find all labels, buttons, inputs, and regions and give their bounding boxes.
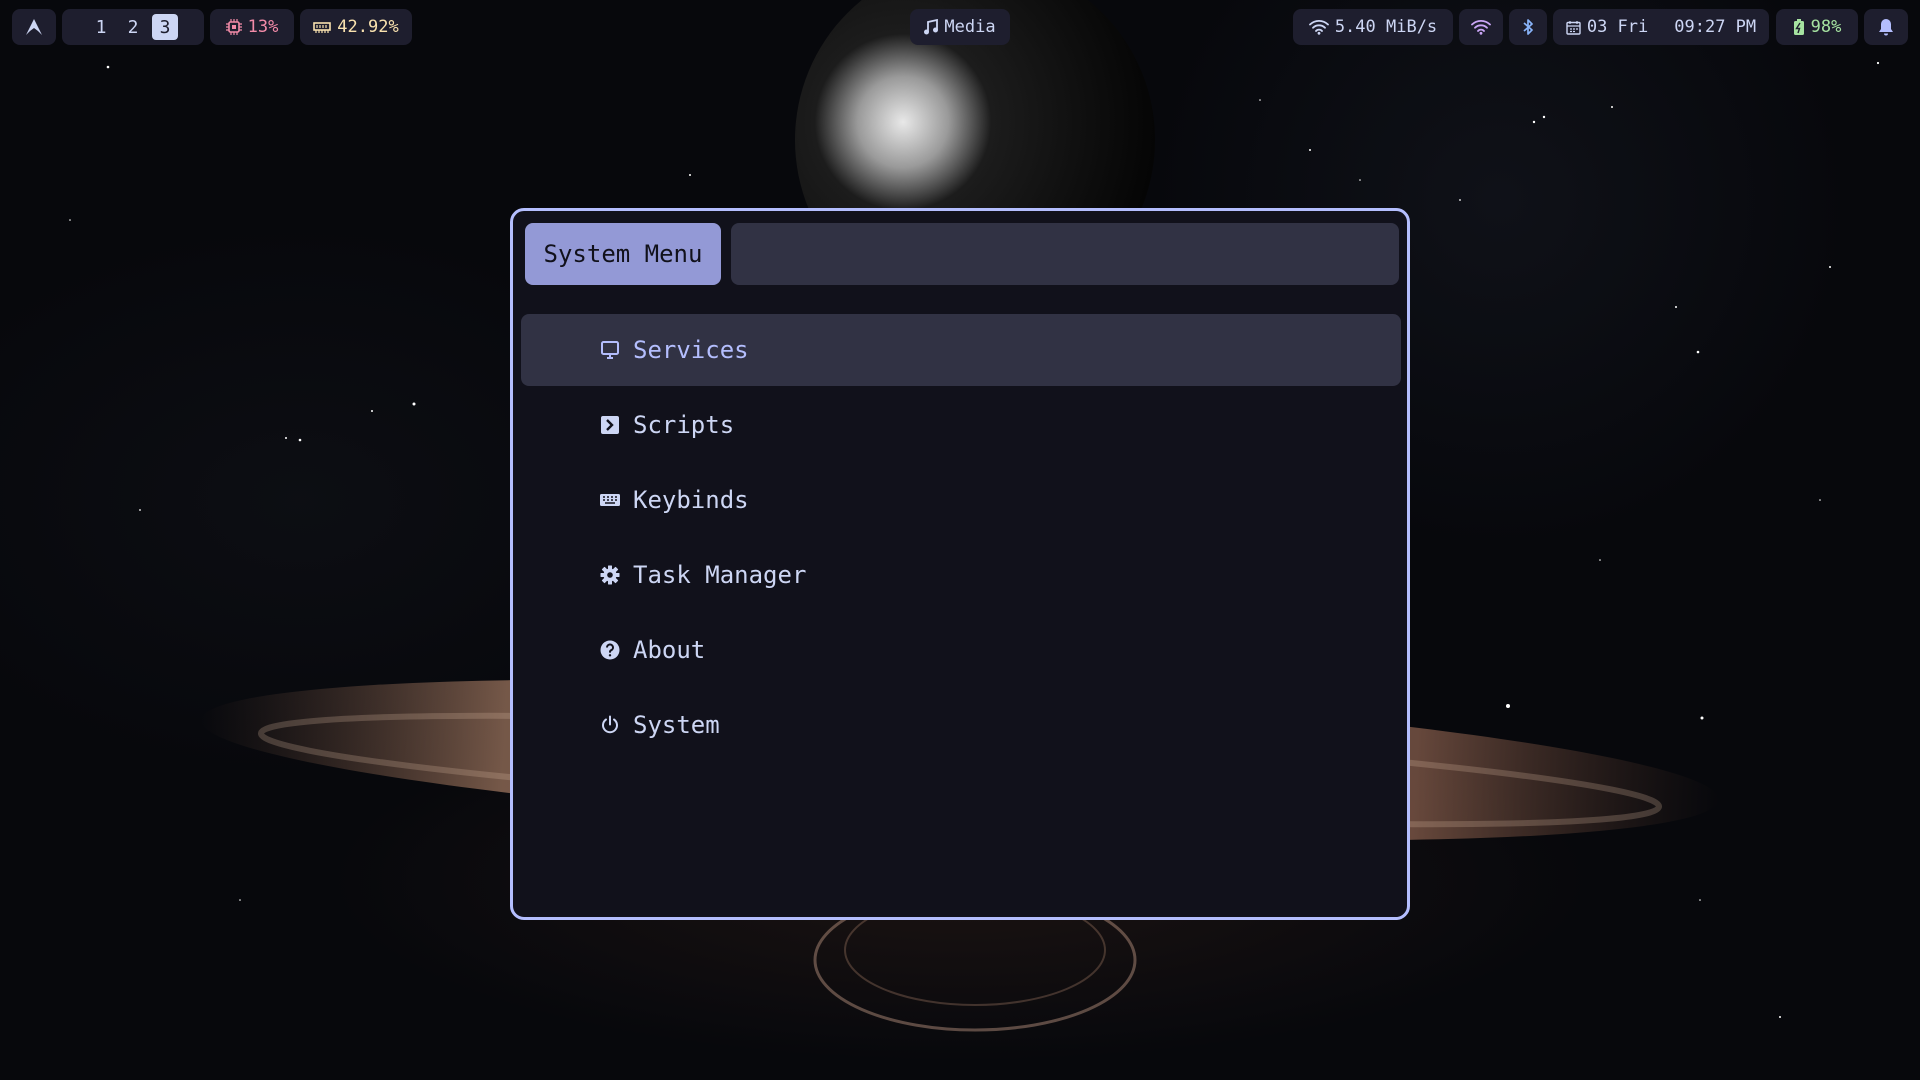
launcher-button[interactable]: [12, 9, 56, 45]
question-icon: [599, 639, 621, 661]
cpu-icon: [225, 19, 242, 35]
menu-item-label: Task Manager: [633, 561, 807, 589]
menu-prompt: System Menu: [525, 223, 721, 285]
wifi-toggle[interactable]: [1459, 9, 1503, 45]
menu-item-label: Keybinds: [633, 486, 749, 514]
battery-widget[interactable]: 98%: [1776, 9, 1858, 45]
calendar-icon: [1566, 20, 1581, 35]
memory-widget[interactable]: 42.92%: [300, 9, 412, 45]
cpu-widget[interactable]: 13%: [210, 9, 294, 45]
power-icon: [599, 714, 621, 736]
battery-charging-icon: [1793, 19, 1804, 35]
search-input[interactable]: [731, 223, 1399, 285]
time-text: 09:27 PM: [1674, 17, 1757, 37]
media-label: Media: [944, 17, 996, 37]
date-text: 03 Fri: [1586, 17, 1649, 37]
memory-usage: 42.92%: [337, 17, 399, 37]
menu-item-label: About: [633, 636, 706, 664]
notifications-button[interactable]: [1864, 9, 1908, 45]
wifi-icon: [1308, 20, 1329, 35]
menu-item-label: Services: [633, 336, 749, 364]
network-speed: 5.40 MiB/s: [1334, 17, 1438, 37]
battery-level: 98%: [1810, 17, 1842, 37]
workspaces: 1 2 3: [62, 9, 204, 45]
menu-item-scripts[interactable]: Scripts: [521, 389, 1401, 461]
menu-item-about[interactable]: About: [521, 614, 1401, 686]
media-widget[interactable]: Media: [910, 9, 1010, 45]
menu-item-system[interactable]: System: [521, 689, 1401, 761]
cpu-usage: 13%: [247, 17, 279, 37]
menu-list: Services Scripts Keybinds Task Manager A: [521, 314, 1401, 764]
menu-item-task-manager[interactable]: Task Manager: [521, 539, 1401, 611]
menu-item-keybinds[interactable]: Keybinds: [521, 464, 1401, 536]
workspace-1[interactable]: 1: [88, 14, 114, 40]
network-widget[interactable]: 5.40 MiB/s: [1293, 9, 1453, 45]
terminal-icon: [599, 414, 621, 436]
bluetooth-icon: [1523, 19, 1533, 35]
keyboard-icon: [599, 489, 621, 511]
menu-item-services[interactable]: Services: [521, 314, 1401, 386]
gear-icon: [599, 564, 621, 586]
menu-item-label: System: [633, 711, 720, 739]
workspace-2[interactable]: 2: [120, 14, 146, 40]
wifi-signal-icon: [1471, 20, 1491, 35]
arch-logo-icon: [26, 19, 42, 35]
music-note-icon: [924, 19, 939, 35]
bluetooth-toggle[interactable]: [1509, 9, 1547, 45]
menu-item-label: Scripts: [633, 411, 735, 439]
top-bar: 1 2 3 13% 42.92% Media 5.40 MiB/s 03 Fri…: [0, 0, 1920, 54]
clock-widget[interactable]: 03 Fri 09:27 PM: [1553, 9, 1769, 45]
bell-icon: [1879, 19, 1893, 36]
workspace-3[interactable]: 3: [152, 14, 178, 40]
monitor-icon: [599, 339, 621, 361]
system-menu-window: System Menu Services Scripts Keybinds Ta…: [510, 208, 1410, 920]
memory-icon: [313, 22, 332, 33]
